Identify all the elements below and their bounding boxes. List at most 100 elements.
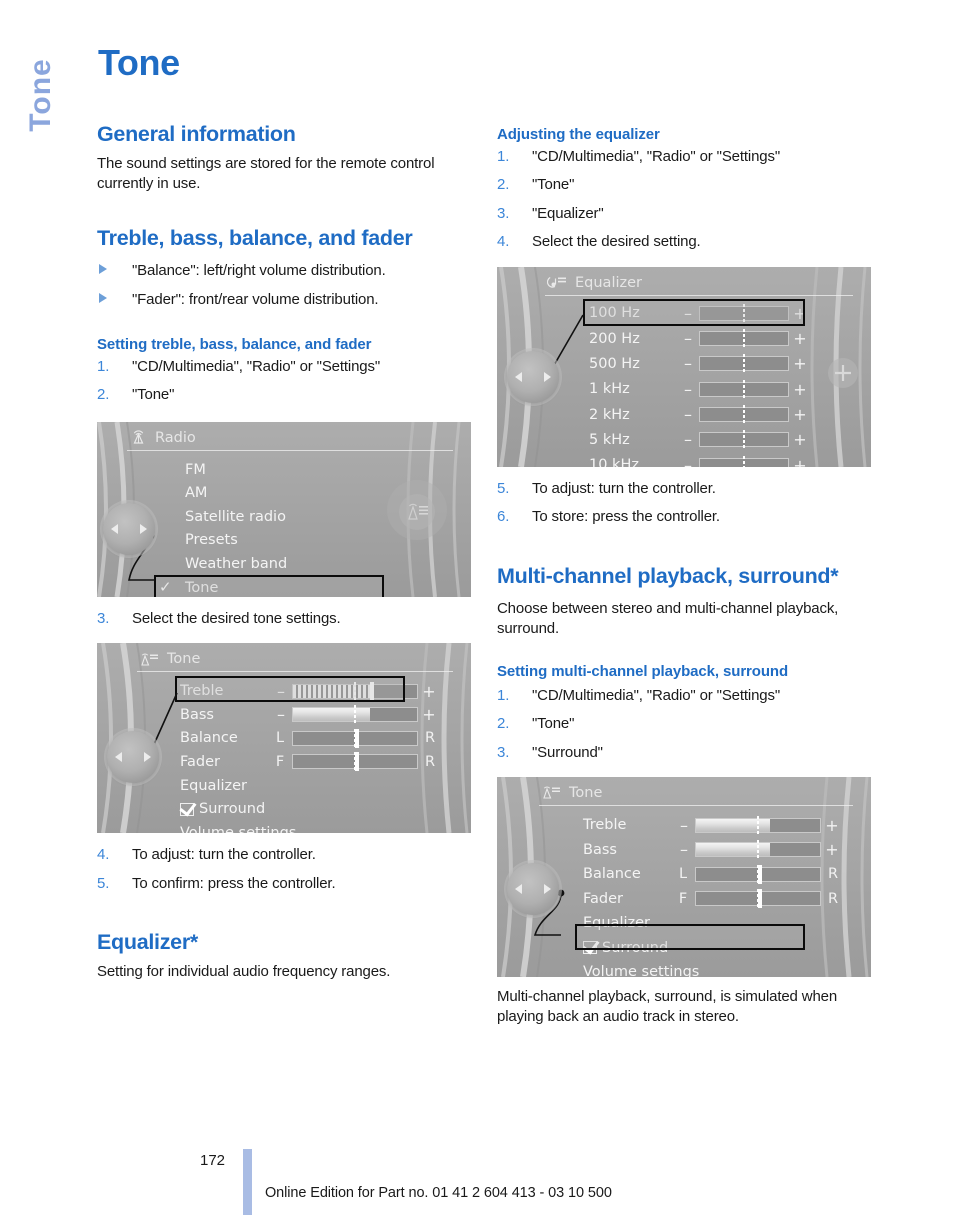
step-number: 1. (497, 148, 510, 165)
menu-item-200hz[interactable]: 200 Hz – + (589, 326, 861, 351)
minus-icon[interactable]: – (274, 705, 288, 724)
menu-item-volume-settings[interactable]: Volume settings (583, 960, 861, 977)
text-equalizer: Setting for individual audio frequency r… (97, 963, 391, 981)
minus-icon[interactable]: – (681, 329, 695, 348)
slider-thumb[interactable] (758, 864, 762, 884)
idrive-controller-knob[interactable] (97, 502, 155, 555)
eq-slider-100hz[interactable] (699, 303, 789, 323)
checkbox-checked-icon[interactable] (180, 802, 194, 816)
minus-icon[interactable]: – (677, 816, 691, 835)
plus-icon[interactable]: + (793, 405, 807, 424)
menu-item-fader[interactable]: Fader F R (180, 750, 461, 774)
screen-title: Tone (569, 784, 603, 801)
slider-thumb[interactable] (355, 752, 359, 772)
treble-slider[interactable] (695, 815, 821, 835)
list-item-text: "Balance": left/right volume distributio… (132, 262, 386, 280)
idrive-controller-knob[interactable] (497, 350, 559, 403)
plus-icon[interactable]: + (793, 430, 807, 449)
minus-icon[interactable]: – (681, 456, 695, 467)
menu-item-label: Tone (185, 579, 219, 596)
plus-icon[interactable]: + (793, 354, 807, 373)
menu-item-500hz[interactable]: 500 Hz – + (589, 351, 861, 376)
menu-item-bass[interactable]: Bass – + (583, 837, 861, 862)
arrow-left-icon (515, 371, 522, 382)
balance-slider[interactable] (695, 864, 821, 884)
fader-slider[interactable] (292, 752, 418, 772)
menu-item-presets[interactable]: Presets (185, 529, 461, 553)
left-column: General information The sound settings a… (97, 122, 471, 982)
menu-item-weather-band[interactable]: Weather band (185, 552, 461, 576)
menu-item-fm[interactable]: FM (185, 458, 461, 482)
slider-thumb[interactable] (758, 889, 762, 909)
plus-icon[interactable]: + (793, 380, 807, 399)
step-text: "CD/Multimedia", "Radio" or "Settings" (132, 358, 381, 376)
menu-item-label: FM (185, 461, 206, 478)
balance-slider[interactable] (292, 728, 418, 748)
minus-icon[interactable]: – (681, 405, 695, 424)
minus-icon[interactable]: – (677, 840, 691, 859)
fader-slider[interactable] (695, 889, 821, 909)
menu-item-treble[interactable]: Treble – + (583, 813, 861, 838)
menu-item-tone[interactable]: ✓ Tone (159, 576, 461, 597)
eq-slider-500hz[interactable] (699, 354, 789, 374)
eq-slider-5khz[interactable] (699, 430, 789, 450)
checkbox-checked-icon[interactable] (583, 941, 597, 955)
list-item: 2. "Tone" (497, 714, 871, 734)
eq-slider-200hz[interactable] (699, 329, 789, 349)
menu-item-1khz[interactable]: 1 kHz – + (589, 377, 861, 402)
screen-header-tone: Tone (541, 782, 602, 804)
equalizer-menu-list: 100 Hz – + 200 Hz – + 500 Hz – + 1 kHz –… (589, 301, 861, 467)
step-text: To adjust: turn the controller. (532, 479, 716, 497)
menu-item-fader[interactable]: Fader F R (583, 886, 861, 911)
plus-icon[interactable]: + (825, 816, 839, 835)
menu-item-treble[interactable]: Treble – + (180, 679, 461, 703)
tone-menu-list: Treble – + Bass – + Balance L R Fader F … (180, 679, 461, 833)
menu-item-equalizer[interactable]: Equalizer (180, 774, 461, 798)
idrive-controller-knob[interactable] (97, 731, 159, 784)
plus-icon[interactable]: + (793, 304, 807, 323)
slider-thumb[interactable] (355, 728, 359, 748)
menu-item-bass[interactable]: Bass – + (180, 703, 461, 727)
radio-list-icon (399, 493, 435, 530)
minus-icon[interactable]: – (681, 380, 695, 399)
slider-thumb[interactable] (369, 681, 374, 701)
minus-icon[interactable]: – (274, 682, 288, 701)
menu-item-label: Surround (199, 801, 266, 818)
bass-slider[interactable] (292, 705, 418, 725)
minus-icon[interactable]: – (681, 354, 695, 373)
plus-icon[interactable]: + (793, 456, 807, 467)
menu-item-5khz[interactable]: 5 kHz – + (589, 427, 861, 452)
bass-slider[interactable] (695, 840, 821, 860)
menu-item-label: Bass (180, 706, 214, 723)
menu-item-10khz[interactable]: 10 kHz – + (589, 453, 861, 467)
menu-item-surround[interactable]: Surround (180, 797, 461, 821)
eq-slider-1khz[interactable] (699, 379, 789, 399)
menu-item-balance[interactable]: Balance L R (180, 727, 461, 751)
menu-item-equalizer[interactable]: Equalizer (583, 911, 861, 936)
menu-item-surround[interactable]: Surround (583, 935, 861, 960)
slider-center-tick (743, 405, 745, 425)
eq-slider-2khz[interactable] (699, 405, 789, 425)
plus-icon[interactable]: + (422, 682, 436, 701)
steps-adjusting-equalizer: 1. "CD/Multimedia", "Radio" or "Settings"… (497, 147, 871, 252)
menu-item-volume-settings[interactable]: Volume settings (180, 821, 461, 834)
page-title: Tone (98, 42, 180, 83)
screen-header-equalizer: Equalizer (547, 272, 642, 294)
minus-icon[interactable]: – (681, 304, 695, 323)
step-number: 3. (497, 743, 510, 761)
plus-icon[interactable]: + (825, 840, 839, 859)
menu-item-balance[interactable]: Balance L R (583, 862, 861, 887)
plus-icon[interactable]: + (793, 329, 807, 348)
treble-slider[interactable] (292, 681, 418, 701)
menu-item-100hz[interactable]: 100 Hz – + (589, 301, 861, 326)
step-number: 1. (497, 686, 510, 704)
minus-icon[interactable]: – (681, 430, 695, 449)
slider-fill (293, 684, 370, 698)
plus-icon[interactable]: + (422, 705, 436, 724)
balance-right-label: R (424, 730, 436, 747)
eq-slider-10khz[interactable] (699, 455, 789, 467)
footer-text: Online Edition for Part no. 01 41 2 604 … (265, 1185, 612, 1201)
list-item: 4. Select the desired setting. (497, 232, 871, 252)
menu-item-2khz[interactable]: 2 kHz – + (589, 402, 861, 427)
idrive-controller-knob[interactable] (497, 862, 559, 915)
